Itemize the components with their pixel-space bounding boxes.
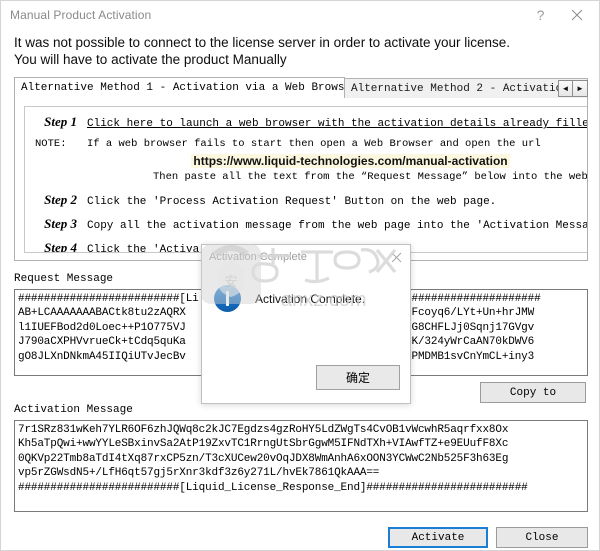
activation-complete-dialog: Activation Complete Activation Complete.…: [201, 244, 411, 404]
step-2-label: Step 2: [44, 192, 77, 207]
copy-to-button[interactable]: Copy to: [480, 382, 586, 403]
header-message-line-1: It was not possible to connect to the li…: [14, 35, 511, 50]
window-titlebar: Manual Product Activation ?: [1, 1, 599, 28]
tab-alternative-method-2[interactable]: Alternative Method 2 - Activation via: [344, 78, 588, 98]
tab-alternative-method-1[interactable]: Alternative Method 1 - Activation via a …: [14, 77, 345, 98]
dialog-ok-button[interactable]: 确定: [316, 365, 400, 390]
tab-strip: Alternative Method 1 - Activation via a …: [14, 77, 588, 98]
step-1-label: Step 1: [44, 114, 77, 129]
note-row-2: Then paste all the text from the “Reques…: [25, 171, 588, 183]
tab-scroll-right-icon[interactable]: ►: [573, 80, 588, 97]
activation-message-line: 0QKVp22Tmb8aTdI4tXq87rxCP5zn/T3cXUCew20v…: [18, 452, 509, 465]
close-button[interactable]: Close: [496, 527, 588, 548]
tab-page-method-1: Step 1 Click here to launch a web browse…: [14, 98, 588, 261]
tab-scroll-buttons: ◄ ►: [558, 80, 588, 97]
step-3-text: Copy all the activation message from the…: [87, 220, 588, 232]
step-2-text: Click the 'Process Activation Request' B…: [87, 196, 497, 208]
dialog-titlebar: Activation Complete: [202, 245, 410, 269]
window-title: Manual Product Activation: [10, 7, 152, 22]
step-4-label: Step 4: [44, 240, 77, 253]
header-message-line-2: You will have to activate the product Ma…: [14, 52, 287, 67]
activation-message-line: Kh5aTpQwi+wwYYLeSBxinvSa2AtP19ZxvTC1Rrng…: [18, 438, 509, 451]
steps-panel: Step 1 Click here to launch a web browse…: [24, 106, 588, 253]
note-line-2: Then paste all the text from the “Reques…: [153, 171, 588, 183]
activate-button[interactable]: Activate: [388, 527, 488, 548]
activation-message-label: Activation Message: [14, 404, 133, 416]
activation-message-line: #########################[Liquid_License…: [18, 481, 528, 494]
step-4-text: Click the 'Activa: [87, 244, 200, 253]
step-row-1: Step 1 Click here to launch a web browse…: [25, 114, 587, 130]
tab-control: Alternative Method 1 - Activation via a …: [14, 77, 588, 261]
activation-message-line: 7r1SRz831wKeh7YLR6OF6zhJQWq8c2kJC7Egdzs4…: [18, 424, 509, 436]
request-message-label: Request Message: [14, 273, 114, 285]
note-url-row: https://www.liquid-technologies.com/manu…: [25, 152, 587, 170]
dialog-footer: 确定: [202, 357, 410, 403]
manual-product-activation-window: Manual Product Activation ? It was not p…: [0, 0, 600, 551]
tab-scroll-left-icon[interactable]: ◄: [558, 80, 573, 97]
header-message: It was not possible to connect to the li…: [1, 28, 599, 72]
step-row-2: Step 2 Click the 'Process Activation Req…: [25, 192, 587, 208]
activation-message-textarea[interactable]: 7r1SRz831wKeh7YLR6OF6zhJQWq8c2kJC7Egdzs4…: [14, 420, 588, 512]
dialog-body: Activation Complete.: [202, 269, 410, 312]
step-row-3: Step 3 Copy all the activation message f…: [25, 216, 588, 232]
note-row: NOTE: If a web browser fails to start th…: [25, 138, 587, 150]
help-icon[interactable]: ?: [526, 1, 555, 28]
note-tag: NOTE:: [35, 138, 67, 150]
dialog-close-icon[interactable]: [386, 247, 406, 267]
step-3-label: Step 3: [44, 216, 77, 231]
dialog-title: Activation Complete: [209, 251, 307, 263]
note-tag-spacer: [25, 171, 87, 183]
manual-activation-url[interactable]: https://www.liquid-technologies.com/manu…: [191, 154, 510, 168]
close-icon[interactable]: [562, 1, 591, 28]
info-icon: [214, 285, 241, 312]
activation-message-line: vp5rZGWsdN5+/LfH6qt57gj5rXnr3kdf3z6y271L…: [18, 467, 380, 480]
dialog-message: Activation Complete.: [255, 291, 366, 306]
step-1-link[interactable]: Click here to launch a web browser with …: [87, 118, 587, 130]
note-line-1: If a web browser fails to start then ope…: [87, 138, 541, 150]
